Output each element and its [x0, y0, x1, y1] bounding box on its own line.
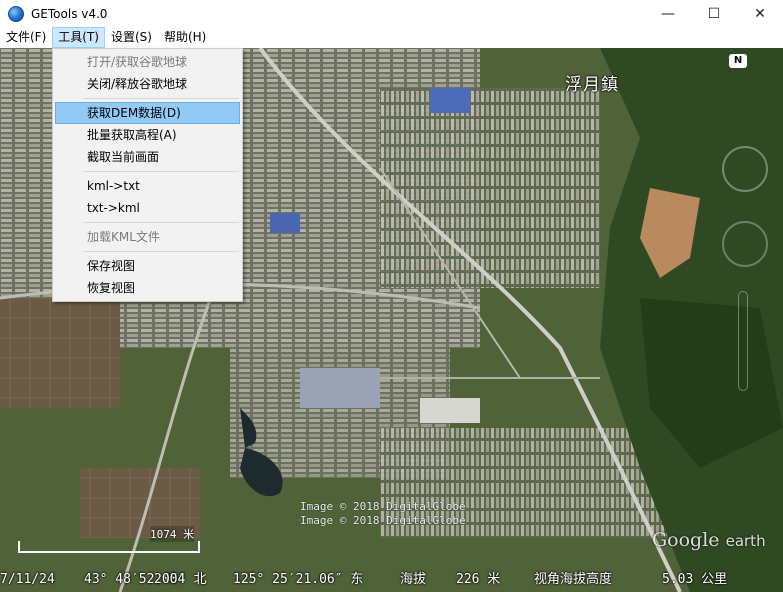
status-elevation-value: 226 米 [456, 572, 501, 587]
window-title: GETools v4.0 [31, 6, 108, 21]
menu-separator [83, 222, 239, 223]
menu-settings[interactable]: 设置(S) [105, 27, 158, 48]
look-control[interactable] [722, 146, 768, 192]
logo-earth: earth [725, 532, 766, 550]
status-readout: 7/11/24 43° 48′52.45″ 北 2004 125° 25′21.… [0, 569, 783, 591]
menu-close-google-earth[interactable]: 关闭/释放谷歌地球 [55, 73, 240, 95]
status-date: 7/11/24 [0, 572, 55, 587]
scale-label: 1074 米 [150, 526, 195, 542]
town-label: 浮月鎮 [565, 75, 619, 95]
menu-tools[interactable]: 工具(T) [52, 27, 105, 48]
imagery-copyright: Image © 2018 DigitalGlobe [300, 514, 466, 527]
menu-txt-to-kml[interactable]: txt->kml [55, 197, 240, 219]
imagery-copyright: Image © 2018 DigitalGlobe [300, 500, 466, 513]
menu-kml-to-txt[interactable]: kml->txt [55, 175, 240, 197]
menu-separator [83, 98, 239, 99]
status-latitude: 43° 48′52.45″ 北 [84, 572, 207, 587]
close-button[interactable]: ✕ [737, 0, 783, 27]
menu-batch-elevation[interactable]: 批量获取高程(A) [55, 124, 240, 146]
menu-separator [83, 171, 239, 172]
tools-menu: 打开/获取谷歌地球 关闭/释放谷歌地球 获取DEM数据(D) 批量获取高程(A)… [52, 48, 243, 302]
status-eye-alt-label: 视角海拔高度 [534, 572, 613, 587]
google-earth-logo: Google earth [652, 529, 766, 551]
zoom-slider[interactable] [738, 291, 748, 391]
menu-bar: 文件(F) 工具(T) 设置(S) 帮助(H) [0, 27, 783, 48]
menu-open-google-earth[interactable]: 打开/获取谷歌地球 [55, 51, 240, 73]
status-scale-year: 2004 [154, 572, 186, 587]
menu-file[interactable]: 文件(F) [0, 27, 52, 48]
status-eye-alt-value: 5.03 公里 [662, 572, 728, 587]
menu-help[interactable]: 帮助(H) [158, 27, 212, 48]
status-longitude: 125° 25′21.06″ 东 [233, 572, 364, 587]
move-control[interactable] [722, 221, 768, 267]
menu-restore-view[interactable]: 恢复视图 [55, 277, 240, 299]
menu-separator [83, 251, 239, 252]
menu-get-dem-data[interactable]: 获取DEM数据(D) [55, 102, 240, 124]
logo-google: Google [652, 529, 720, 551]
maximize-button[interactable]: ☐ [691, 0, 737, 27]
scale-bar [18, 541, 200, 553]
title-bar: GETools v4.0 — ☐ ✕ [0, 0, 783, 27]
compass-icon[interactable]: N [729, 54, 747, 68]
menu-load-kml[interactable]: 加载KML文件 [55, 226, 240, 248]
minimize-button[interactable]: — [645, 0, 691, 27]
menu-capture-screen[interactable]: 截取当前画面 [55, 146, 240, 168]
globe-icon [8, 5, 24, 22]
menu-save-view[interactable]: 保存视图 [55, 255, 240, 277]
status-elevation-label: 海拔 [400, 572, 427, 587]
